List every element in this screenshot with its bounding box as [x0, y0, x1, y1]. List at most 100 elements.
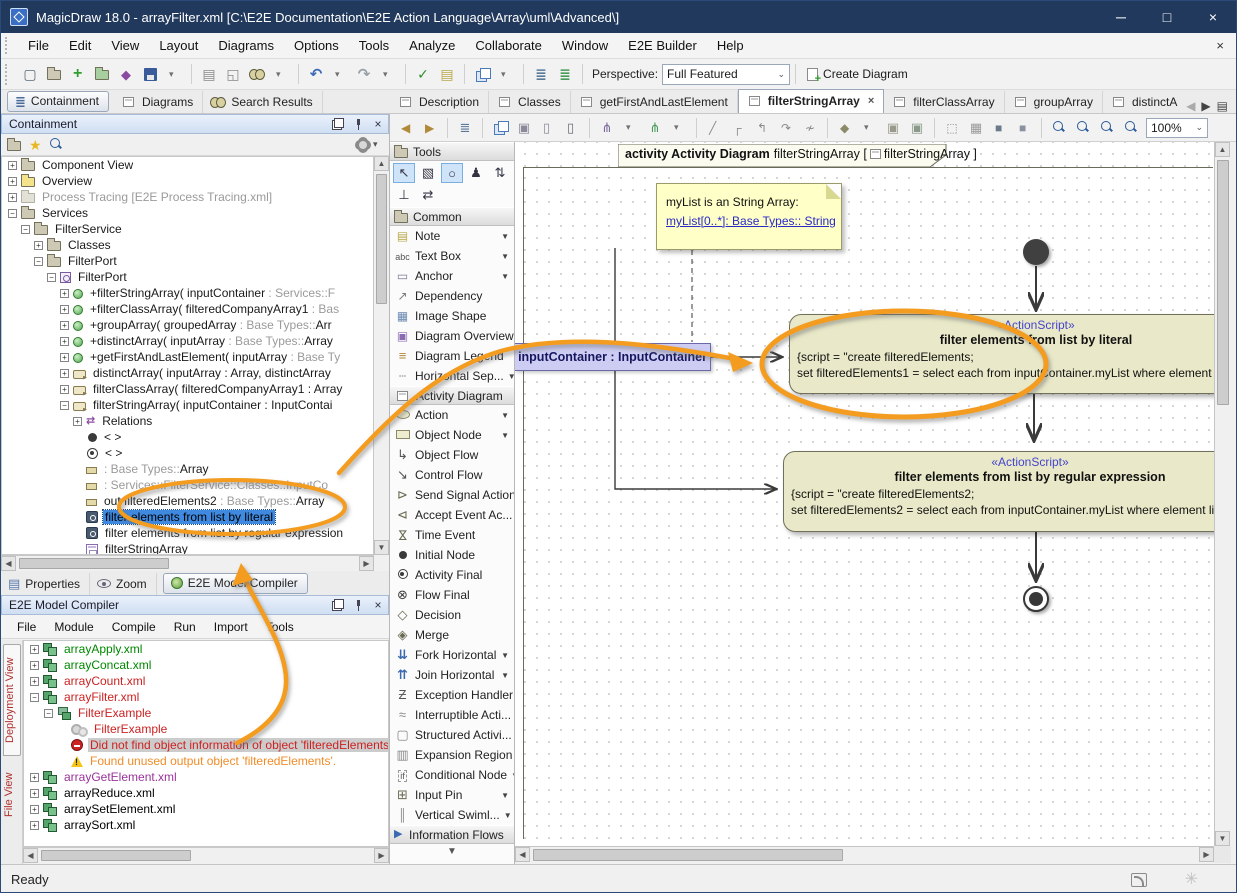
open-model-icon[interactable] [91, 62, 113, 86]
stamp-tool[interactable]: ♟ [465, 163, 487, 183]
palette-item-time-event[interactable]: ⋈Time Event [390, 525, 514, 545]
tree-expander[interactable]: + [30, 805, 39, 814]
tab-file-view[interactable]: File View [3, 766, 21, 824]
dark-icon[interactable]: ■ [989, 116, 1011, 140]
palette-item-note[interactable]: ▤Note▼ [390, 226, 514, 246]
print-icon[interactable]: ▤ [198, 62, 220, 86]
pin-panel-icon[interactable] [352, 118, 364, 130]
delete-model-icon[interactable]: ▯ [561, 116, 583, 140]
initial-node[interactable] [1023, 239, 1049, 265]
line-split-icon[interactable]: ≁ [799, 116, 821, 140]
profile-icon[interactable]: ◆ [115, 62, 137, 86]
dropdown[interactable]: ▾ [620, 116, 642, 140]
tab-filterclassarray[interactable]: filterClassArray [884, 91, 1004, 113]
forward-icon[interactable]: ▶ [419, 116, 441, 140]
compiler-tree-item[interactable]: +arrayApply.xml [24, 641, 388, 657]
containment-tree-item[interactable]: +Classes [2, 237, 373, 253]
close-panel-icon[interactable] [372, 118, 384, 130]
dark2-icon[interactable]: ■ [1013, 116, 1035, 140]
zoom-minus-icon[interactable] [1120, 116, 1142, 140]
settings-gear-icon[interactable] [357, 139, 369, 151]
menu-layout[interactable]: Layout [149, 34, 208, 57]
tab-description[interactable]: Description [390, 91, 489, 113]
maximize-button[interactable]: □ [1144, 1, 1190, 33]
palette-section-tools[interactable]: Tools [390, 142, 514, 161]
tree-expander[interactable]: + [60, 353, 69, 362]
dropdown[interactable]: ▾ [858, 116, 880, 140]
activity-final-node[interactable] [1023, 586, 1049, 612]
containment-tree-item[interactable]: +Process Tracing [E2E Process Tracing.xm… [2, 189, 373, 205]
chevron-down-icon[interactable]: ▾ [373, 140, 383, 149]
compiler-tree-item[interactable]: +arraySort.xml [24, 817, 388, 833]
tab-filterstringarray[interactable]: filterStringArray× [738, 89, 884, 113]
chevron-down-icon[interactable]: ▼ [501, 671, 512, 680]
palette-item-conditional-node[interactable]: ifConditional Node▼ [390, 765, 514, 785]
quick-layout-icon[interactable]: ⋔ [644, 116, 666, 140]
tab-scroll-right-icon[interactable]: ▶ [1201, 99, 1210, 113]
palette-item-join-horizontal[interactable]: ⇈Join Horizontal▼ [390, 665, 514, 685]
palette-item-control-flow[interactable]: ↘Control Flow [390, 465, 514, 485]
compiler-menu-run[interactable]: Run [166, 617, 204, 637]
compiler-tree-item[interactable]: Did not find object information of objec… [24, 737, 388, 753]
tab-scroll-left-icon[interactable]: ◀ [1186, 99, 1195, 113]
dropdown[interactable]: ▾ [495, 62, 517, 86]
collaboration-status-icon[interactable] [1131, 873, 1147, 887]
dropdown[interactable]: ▾ [329, 62, 351, 86]
menu-edit[interactable]: Edit [59, 34, 101, 57]
transfer-icon[interactable] [471, 62, 493, 86]
containment-tree-item[interactable]: filter elements from list by regular exp… [2, 525, 373, 541]
palette-item-initial-node[interactable]: Initial Node [390, 545, 514, 565]
zoom-in-icon[interactable] [1048, 116, 1070, 140]
containment-icon[interactable]: ≣ [454, 116, 476, 140]
copy-icon[interactable] [489, 116, 511, 140]
compiler-tree-item[interactable]: Found unused output object 'filteredElem… [24, 753, 388, 769]
diagram-canvas[interactable]: activity Activity DiagramfilterStringArr… [515, 142, 1214, 846]
palette-item-flow-final[interactable]: ⊗Flow Final [390, 585, 514, 605]
palette-item-diagram-overview[interactable]: ▣Diagram Overview [390, 326, 514, 346]
compiler-tree-item[interactable]: FilterExample [24, 721, 388, 737]
tree-expander[interactable]: + [30, 677, 39, 686]
tree-expander[interactable]: − [34, 257, 43, 266]
tree-expander[interactable]: − [44, 709, 53, 718]
swap-tool[interactable]: ⇄ [417, 185, 439, 205]
tree-expander[interactable]: + [60, 385, 69, 394]
containment-tree-item[interactable]: : Services::FilterService::Classes::Inpu… [2, 477, 373, 493]
perspective-select[interactable]: Full Featured ⌄ [662, 64, 790, 85]
add-icon[interactable]: + [67, 62, 89, 86]
select-tool[interactable]: ↖ [393, 163, 415, 183]
toolbar-grip[interactable] [5, 64, 12, 85]
palette-section-information-flows[interactable]: ▶Information Flows [390, 825, 514, 844]
tree-expander[interactable]: + [30, 789, 39, 798]
containment-tree-item[interactable]: ++filterStringArray( inputContainer : Se… [2, 285, 373, 301]
containment-tree-item[interactable]: −FilterService [2, 221, 373, 237]
tree-expander[interactable]: + [60, 337, 69, 346]
containment-tree-item[interactable]: ++distinctArray( inputArray : Base Types… [2, 333, 373, 349]
palette-section-activity-diagram[interactable]: Activity Diagram [390, 386, 514, 405]
close-panel-icon[interactable] [372, 599, 384, 611]
palette-item-diagram-legend[interactable]: ≡Diagram Legend [390, 346, 514, 366]
palette-section-common[interactable]: Common [390, 207, 514, 226]
palette-item-decision[interactable]: ◇Decision [390, 605, 514, 625]
compiler-horizontal-scrollbar[interactable]: ◀ ▶ [23, 847, 389, 863]
save-icon[interactable] [139, 62, 161, 86]
containment-vertical-scrollbar[interactable]: ▲ ▼ [373, 156, 389, 555]
chevron-down-icon[interactable]: ▼ [501, 411, 512, 420]
chevron-down-icon[interactable]: ▼ [501, 232, 512, 241]
palette-item-object-flow[interactable]: ↳Object Flow [390, 445, 514, 465]
note-hyperlink[interactable]: myList[0..*]: Base Types:: String [666, 214, 841, 228]
containment-tree-item[interactable]: out filteredElements2 : Base Types::Arra… [2, 493, 373, 509]
minimize-button[interactable]: ─ [1098, 1, 1144, 33]
open-project-icon[interactable] [43, 62, 65, 86]
back-icon[interactable]: ◀ [395, 116, 417, 140]
menu-file[interactable]: File [18, 34, 59, 57]
compiler-menu-tools[interactable]: Tools [258, 617, 302, 637]
split-tool[interactable]: ⇅ [489, 163, 511, 183]
chevron-down-icon[interactable]: ▼ [501, 252, 512, 261]
chevron-down-icon[interactable]: ▼ [501, 651, 512, 660]
chevron-down-icon[interactable]: ▼ [501, 431, 512, 440]
float-panel-icon[interactable] [332, 599, 344, 611]
zoom-fit-icon[interactable] [1072, 116, 1094, 140]
style-icon[interactable]: ◆ [834, 116, 856, 140]
redo-icon[interactable]: ↷ [353, 62, 375, 86]
resize-icon[interactable]: ⬚ [941, 116, 963, 140]
